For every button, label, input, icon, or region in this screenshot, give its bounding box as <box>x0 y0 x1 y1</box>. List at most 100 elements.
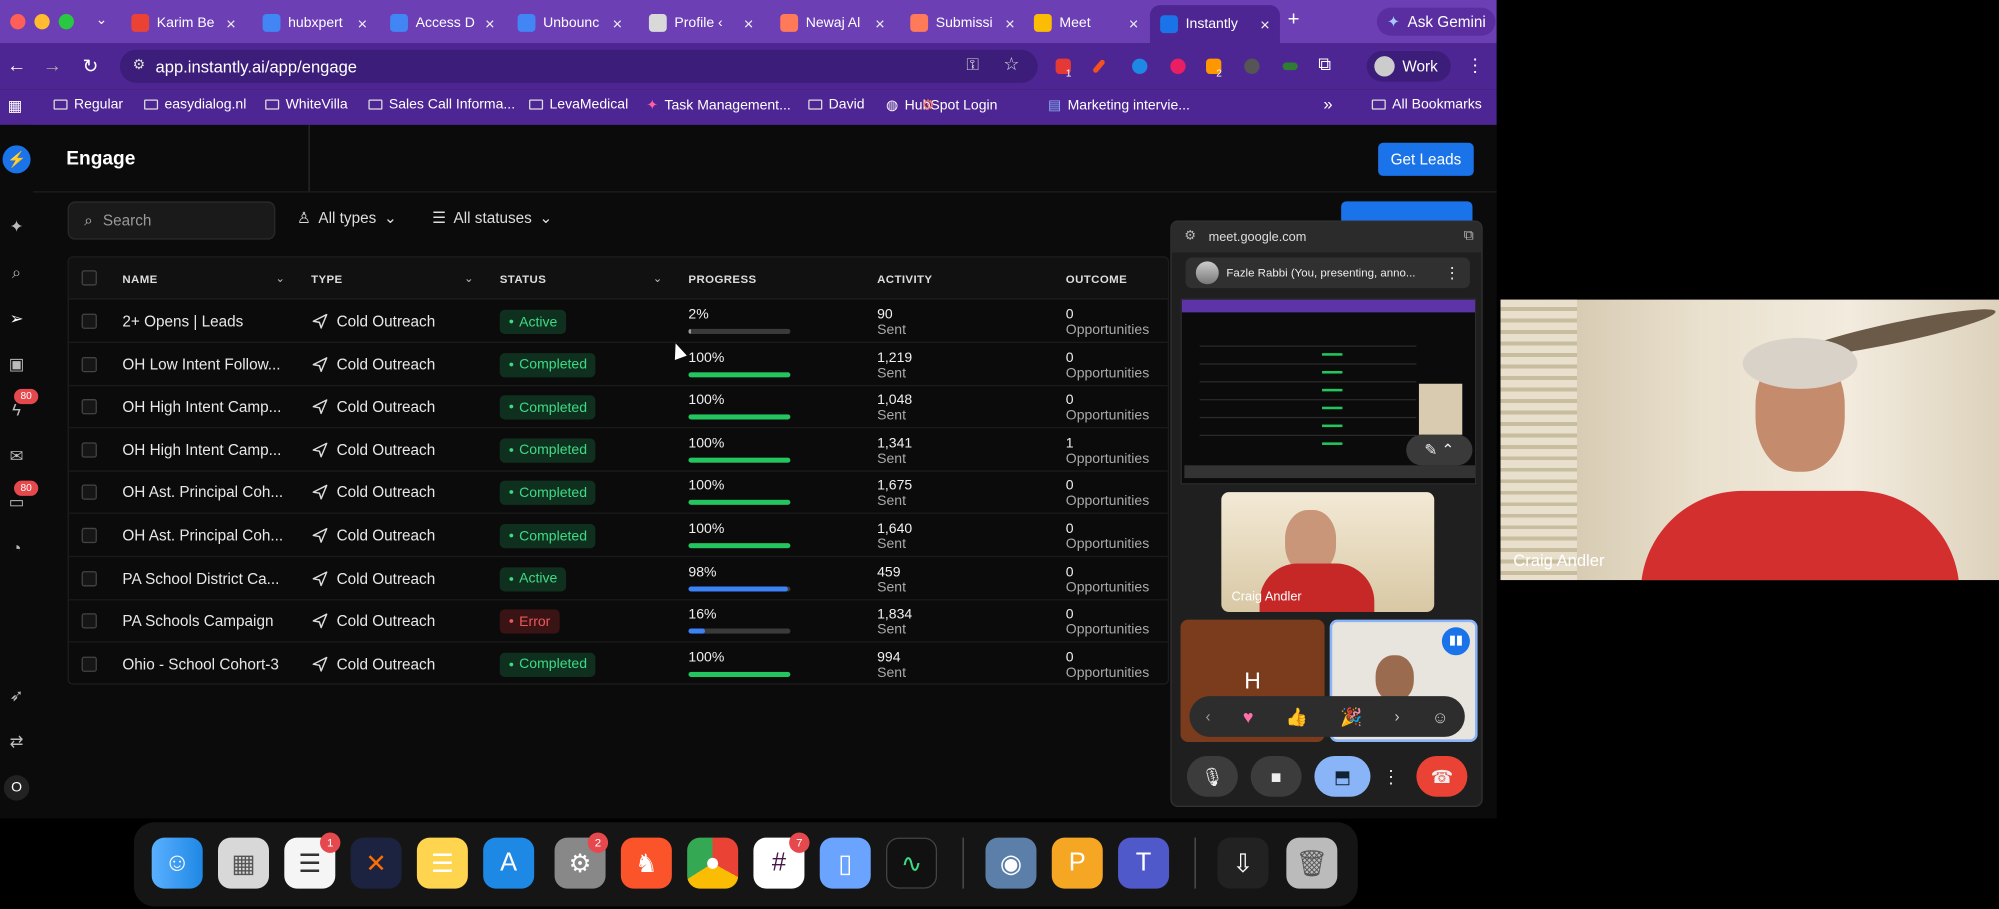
table-row[interactable]: OH High Intent Camp... Cold Outreach ● Comp… <box>68 385 1168 429</box>
presenter-bar[interactable]: Fazle Rabbi (You, presenting, anno... ⋮ <box>1185 257 1470 289</box>
back-button[interactable]: ← <box>5 55 28 77</box>
extension-icon-6[interactable] <box>1244 58 1260 74</box>
instantly-logo-icon[interactable]: ⚡ <box>2 145 31 174</box>
campaign-name[interactable]: PA Schools Campaign <box>122 612 273 630</box>
tab-close-icon[interactable]: × <box>744 13 754 32</box>
tab-close-icon[interactable]: × <box>357 13 367 32</box>
password-key-icon[interactable]: ⚿ <box>966 55 979 75</box>
zoom-window-button[interactable] <box>58 14 74 30</box>
table-row[interactable]: 2+ Opens | Leads Cold Outreach ● Active 2% 90… <box>68 300 1168 343</box>
browser-tab[interactable]: Access D × <box>380 5 505 41</box>
browser-tab[interactable]: Karim Be × <box>121 5 246 41</box>
status-filter-dropdown[interactable]: ☰ All statuses ⌄ <box>432 209 552 227</box>
extension-icon-7[interactable] <box>1282 62 1298 71</box>
apps-grid-icon[interactable]: ▦ <box>8 97 22 115</box>
bookmark-item[interactable]: ◍ HubSpot Login <box>886 97 997 114</box>
launchpad-icon[interactable]: ▦ <box>218 837 269 889</box>
microphone-button[interactable]: 🎙 <box>1186 756 1238 797</box>
table-row[interactable]: Ohio - School Cohort-3 Cold Outreach ● Comp… <box>69 642 1168 683</box>
chevron-left-icon[interactable]: ‹ <box>1206 708 1211 726</box>
close-window-button[interactable] <box>10 14 26 30</box>
heart-reaction-icon[interactable]: ♥ <box>1243 706 1254 726</box>
tab-close-icon[interactable]: × <box>485 13 495 32</box>
column-header-status[interactable]: STATUS <box>500 273 546 286</box>
tab-close-icon[interactable]: × <box>875 13 885 32</box>
site-info-icon[interactable]: ⚙ <box>1184 229 1195 243</box>
row-checkbox[interactable] <box>81 527 97 544</box>
annotate-button[interactable]: ✎ ⌃ <box>1406 434 1473 466</box>
send-nav-icon[interactable]: ➢ <box>6 309 26 329</box>
robot-nav-icon[interactable]: ▣ <box>6 354 26 374</box>
bookmark-item[interactable]: ✦ Task Management... <box>646 97 790 114</box>
url-field[interactable]: ⚙ app.instantly.ai/app/engage ⚿ ☆ <box>119 49 1038 83</box>
browser-tab[interactable]: Instantly × <box>1149 5 1280 44</box>
campaign-name[interactable]: PA School District Ca... <box>122 569 279 587</box>
leave-call-button[interactable]: ☎ <box>1416 756 1468 797</box>
bookmark-item[interactable]: ▤ Marketing intervie... <box>1048 97 1190 114</box>
tab-close-icon[interactable]: × <box>226 13 236 32</box>
site-settings-icon[interactable]: ⚙ <box>133 56 146 72</box>
row-checkbox[interactable] <box>81 442 97 458</box>
reload-button[interactable]: ↻ <box>79 55 102 78</box>
row-checkbox[interactable] <box>81 399 97 415</box>
pages-icon[interactable]: P <box>1051 837 1103 889</box>
campaign-name[interactable]: Ohio - School Cohort-3 <box>122 655 278 673</box>
campaign-name[interactable]: OH Ast. Principal Coh... <box>122 527 283 545</box>
column-header-outcome[interactable]: OUTCOME <box>1066 273 1127 286</box>
browser-menu-icon[interactable]: ⋮ <box>1466 55 1484 77</box>
xcode-icon[interactable]: ✕ <box>350 837 402 889</box>
tab-close-icon[interactable]: × <box>1005 13 1015 32</box>
browser-tab[interactable]: hubxpert × <box>252 5 377 41</box>
downloads-stack-icon[interactable]: ⇩ <box>1217 837 1269 889</box>
bookmark-item[interactable]: WhiteVilla <box>265 97 348 112</box>
trash-icon[interactable]: 🗑 <box>1286 837 1338 889</box>
pencil-extension-icon[interactable] <box>1092 58 1106 74</box>
campaign-name[interactable]: OH High Intent Camp... <box>122 398 281 416</box>
table-row[interactable]: OH Ast. Principal Coh... Cold Outreach ● Co… <box>68 471 1168 515</box>
finder-icon[interactable]: ☺ <box>151 837 203 889</box>
column-header-type[interactable]: TYPE <box>311 273 343 286</box>
party-reaction-icon[interactable]: 🎉 <box>1340 706 1362 728</box>
more-options-button[interactable]: ⋮ <box>1378 756 1403 797</box>
more-bookmarks-icon[interactable]: » <box>1323 94 1332 113</box>
chevron-down-icon[interactable]: ⌄ <box>653 272 663 286</box>
participant-tile-craig[interactable]: Craig Andler <box>1221 492 1435 612</box>
bookmark-item[interactable]: LevaMedical <box>529 97 628 112</box>
type-filter-dropdown[interactable]: ♙ All types ⌄ <box>297 209 397 227</box>
tab-close-icon[interactable]: × <box>612 13 622 32</box>
table-row[interactable]: PA Schools Campaign Cold Outreach ● Error 16… <box>68 599 1168 643</box>
get-leads-button[interactable]: Get Leads <box>1378 142 1474 176</box>
user-avatar[interactable]: O <box>3 775 30 801</box>
minimize-window-button[interactable] <box>34 14 50 30</box>
row-checkbox[interactable] <box>81 570 97 586</box>
browser-tab[interactable]: Submissi × <box>900 5 1025 41</box>
search-nav-icon[interactable]: ⌕ <box>6 263 26 283</box>
chrome-icon[interactable]: ● <box>687 837 739 889</box>
profile-button[interactable]: Work <box>1366 50 1451 82</box>
row-checkbox[interactable] <box>81 313 97 329</box>
browser-tab[interactable]: Profile ‹ × <box>639 5 764 41</box>
row-checkbox[interactable] <box>81 656 97 672</box>
bookmark-item[interactable]: easydialog.nl <box>144 97 246 112</box>
chevron-down-icon[interactable]: ⌄ <box>275 272 285 286</box>
column-header-progress[interactable]: PROGRESS <box>688 273 756 286</box>
sparkle-icon[interactable]: ✦ <box>6 217 26 237</box>
browser-tab[interactable]: Meet × <box>1024 5 1149 41</box>
participant-video-main[interactable]: Craig Andler <box>1500 299 1999 581</box>
sync-nav-icon[interactable]: ⇄ <box>6 732 26 752</box>
ask-gemini-button[interactable]: ✦ Ask Gemini <box>1376 7 1496 36</box>
back-to-tab-icon[interactable]: ⧉ <box>1464 228 1474 245</box>
more-options-icon[interactable]: ⋮ <box>1444 264 1459 282</box>
analytics-nav-icon[interactable]: ◔ <box>6 538 26 558</box>
row-checkbox[interactable] <box>81 613 97 629</box>
app-icon[interactable]: ◉ <box>985 837 1037 889</box>
table-row[interactable]: OH Ast. Principal Coh... Cold Outreach ● Co… <box>68 514 1168 558</box>
forward-button[interactable]: → <box>41 55 64 77</box>
notes-icon[interactable]: ☰ <box>416 837 468 889</box>
tab-close-icon[interactable]: × <box>1129 13 1139 32</box>
tab-search-icon[interactable]: ⌄ <box>96 11 108 28</box>
column-header-name[interactable]: NAME <box>122 273 157 286</box>
chevron-right-icon[interactable]: › <box>1394 708 1399 726</box>
present-screen-button[interactable]: ⬒ <box>1314 756 1371 797</box>
bookmark-item[interactable]: Sales Call Informa... <box>368 97 515 112</box>
